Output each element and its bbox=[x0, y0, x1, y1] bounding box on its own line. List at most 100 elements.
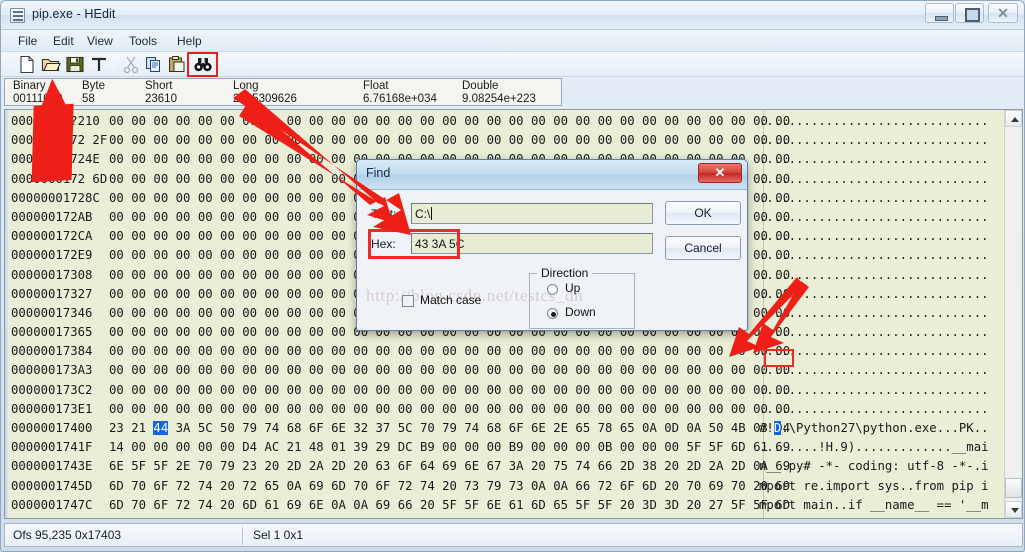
hex-row-offset: 0000001745D bbox=[5, 477, 109, 496]
hex-row-ascii[interactable]: ............................... bbox=[759, 246, 989, 265]
new-file-icon[interactable] bbox=[17, 55, 37, 74]
match-case-checkbox[interactable] bbox=[402, 295, 414, 307]
hex-row-ascii[interactable]: ............................... bbox=[759, 266, 989, 285]
hex-document-icon bbox=[10, 8, 25, 23]
text-mode-icon[interactable] bbox=[89, 55, 109, 74]
text-caret bbox=[431, 207, 432, 220]
cancel-button[interactable]: Cancel bbox=[665, 236, 741, 260]
hedit-main-window: pip.exe - HEdit ✕ File Edit View Tools H… bbox=[0, 0, 1025, 552]
find-dialog-close-icon[interactable]: ✕ bbox=[698, 163, 742, 183]
find-hex-input[interactable]: 43 3A 5C bbox=[411, 233, 653, 254]
hex-row-ascii[interactable]: ............................... bbox=[759, 170, 989, 189]
hex-row[interactable]: 0000001741F14 00 00 00 00 00 D4 AC 21 48… bbox=[5, 438, 1022, 457]
direction-legend: Direction bbox=[537, 266, 592, 280]
hex-row-ascii[interactable]: ............................... bbox=[759, 400, 989, 419]
hex-row-bytes[interactable]: 00 00 00 00 00 00 00 00 00 00 00 00 00 0… bbox=[109, 131, 759, 150]
ascii-post: :\Python27\python.exe...PK.. bbox=[781, 421, 988, 435]
hex-row-bytes[interactable]: 6D 70 6F 72 74 20 72 65 0A 69 6D 70 6F 7… bbox=[109, 477, 759, 496]
menu-item-file[interactable]: File bbox=[12, 33, 43, 49]
hex-row-ascii[interactable]: ............................... bbox=[759, 208, 989, 227]
open-file-icon[interactable] bbox=[41, 55, 61, 74]
direction-up-radio[interactable] bbox=[547, 284, 558, 295]
inspector-float-value: 6.76168e+034 bbox=[363, 93, 437, 106]
hex-row-bytes[interactable]: 6D 70 6F 72 74 20 6D 61 69 6E 0A 0A 69 6… bbox=[109, 496, 759, 515]
hex-row[interactable]: 000000173C200 00 00 00 00 00 00 00 00 00… bbox=[5, 381, 1022, 400]
hex-row[interactable]: 00000001?21000 00 00 00 00 00 00 00 00 0… bbox=[5, 112, 1022, 131]
status-bar: Ofs 95,235 0x17403 Sel 1 0x1 bbox=[4, 523, 1023, 547]
hex-selected-byte[interactable]: 44 bbox=[153, 421, 168, 435]
hex-row-bytes[interactable]: 61 69 6E 5F 5F 27 3A 0A 20 20 20 20 73 7… bbox=[109, 515, 759, 519]
window-title: pip.exe - HEdit bbox=[32, 7, 115, 21]
hex-row-offset: 0000001743E bbox=[5, 457, 109, 476]
hex-row[interactable]: 0000001745D6D 70 6F 72 74 20 72 65 0A 69… bbox=[5, 477, 1022, 496]
hex-row[interactable]: 0000001747C6D 70 6F 72 74 20 6D 61 69 6E… bbox=[5, 496, 1022, 515]
hex-row-bytes[interactable]: 00 00 00 00 00 00 00 00 00 00 00 00 00 0… bbox=[109, 361, 759, 380]
menu-item-edit[interactable]: Edit bbox=[47, 33, 80, 49]
cut-icon[interactable] bbox=[121, 55, 141, 74]
menu-item-tools[interactable]: Tools bbox=[123, 33, 163, 49]
minimize-icon[interactable] bbox=[925, 3, 954, 23]
hex-row-ascii[interactable]: ............................... bbox=[759, 381, 989, 400]
inspector-binary: Binary 00111010 bbox=[13, 80, 62, 106]
hex-row-offset: 00000017384 bbox=[5, 342, 109, 361]
hex-row-ascii[interactable]: ............................... bbox=[759, 323, 989, 342]
hex-row[interactable]: 0000001740023 21 44 3A 5C 50 79 74 68 6F… bbox=[5, 419, 1022, 438]
hex-row-ascii[interactable]: n__.py# -*- coding: utf-8 -*-.i bbox=[759, 457, 989, 476]
hex-row-bytes[interactable]: 00 00 00 00 00 00 00 00 00 00 00 00 00 0… bbox=[109, 112, 759, 131]
save-file-icon[interactable] bbox=[65, 55, 85, 74]
hex-row-ascii[interactable]: ............................... bbox=[759, 150, 989, 169]
close-icon[interactable]: ✕ bbox=[988, 3, 1018, 23]
hex-row-ascii[interactable]: ain__':. sys.argv[0] = re.su bbox=[759, 515, 989, 519]
hex-row-ascii[interactable]: #!D:\Python27\python.exe...PK.. bbox=[759, 419, 989, 438]
inspector-byte-value: 58 bbox=[82, 93, 105, 106]
find-dialog-title: Find bbox=[366, 166, 390, 180]
hex-row-offset: 00000017346 bbox=[5, 304, 109, 323]
hex-row[interactable]: 000000173E100 00 00 00 00 00 00 00 00 00… bbox=[5, 400, 1022, 419]
hex-row-offset: 000000172E9 bbox=[5, 246, 109, 265]
hex-row-ascii[interactable]: ............................... bbox=[759, 227, 989, 246]
find-icon[interactable] bbox=[193, 55, 213, 74]
hex-row-ascii[interactable]: ............................... bbox=[759, 304, 989, 323]
hex-row-ascii[interactable]: ............................... bbox=[759, 342, 989, 361]
hex-row-offset: 000000173E1 bbox=[5, 400, 109, 419]
hex-row-bytes[interactable]: 00 00 00 00 00 00 00 00 00 00 00 00 00 0… bbox=[109, 381, 759, 400]
inspector-binary-label: Binary bbox=[13, 80, 62, 93]
hex-row-bytes[interactable]: 00 00 00 00 00 00 00 00 00 00 00 00 00 0… bbox=[109, 342, 759, 361]
ok-button[interactable]: OK bbox=[665, 201, 741, 225]
match-case-label: Match case bbox=[420, 293, 481, 307]
hex-row[interactable]: 0000000172 2F00 00 00 00 00 00 00 00 00 … bbox=[5, 131, 1022, 150]
hex-row-bytes[interactable]: 6E 5F 5F 2E 70 79 23 20 2D 2A 2D 20 63 6… bbox=[109, 457, 759, 476]
toolbar-separator-1 bbox=[113, 57, 114, 72]
hex-row-bytes[interactable]: 14 00 00 00 00 00 D4 AC 21 48 01 39 29 D… bbox=[109, 438, 759, 457]
inspector-long-value: 2035309626 bbox=[233, 93, 297, 106]
hex-row-bytes[interactable]: 23 21 44 3A 5C 50 79 74 68 6F 6E 32 37 5… bbox=[109, 419, 759, 438]
hex-row-ascii[interactable]: ........!H.9).............__mai bbox=[759, 438, 989, 457]
menu-item-view[interactable]: View bbox=[81, 33, 119, 49]
hex-row-ascii[interactable]: ............................... bbox=[759, 131, 989, 150]
direction-down-radio[interactable] bbox=[547, 308, 558, 319]
menu-item-help[interactable]: Help bbox=[171, 33, 208, 49]
find-text-value: C:\ bbox=[415, 207, 430, 221]
scroll-down-icon[interactable] bbox=[1005, 501, 1022, 518]
hex-row-ascii[interactable]: ............................... bbox=[759, 285, 989, 304]
vertical-scrollbar[interactable] bbox=[1004, 110, 1021, 518]
scroll-up-icon[interactable] bbox=[1005, 110, 1022, 127]
hex-row[interactable]: 0000001738400 00 00 00 00 00 00 00 00 00… bbox=[5, 342, 1022, 361]
copy-icon[interactable] bbox=[144, 55, 164, 74]
hex-row-bytes[interactable]: 00 00 00 00 00 00 00 00 00 00 00 00 00 0… bbox=[109, 400, 759, 419]
paste-icon[interactable] bbox=[167, 55, 187, 74]
hex-row-ascii[interactable]: mport main..if __name__ == '__m bbox=[759, 496, 989, 515]
hex-row-ascii[interactable]: mport re.import sys..from pip i bbox=[759, 477, 989, 496]
hex-row-ascii[interactable]: ............................... bbox=[759, 361, 989, 380]
hex-row[interactable]: 0000001749B61 69 6E 5F 5F 27 3A 0A 20 20… bbox=[5, 515, 1022, 519]
hex-row[interactable]: 000000173A300 00 00 00 00 00 00 00 00 00… bbox=[5, 361, 1022, 380]
hex-row-ascii[interactable]: ............................... bbox=[759, 189, 989, 208]
find-text-input[interactable]: C:\ bbox=[411, 203, 653, 224]
maximize-icon[interactable] bbox=[955, 3, 984, 23]
find-dialog-title-bar: Find ✕ bbox=[357, 160, 747, 190]
hex-bytes-post: 3A 5C 50 79 74 68 6F 6E 32 37 5C 70 79 7… bbox=[168, 421, 790, 435]
hex-row-offset: 00000001728C bbox=[5, 189, 109, 208]
scrollbar-thumb[interactable] bbox=[1005, 478, 1022, 498]
hex-row-ascii[interactable]: ............................... bbox=[759, 112, 989, 131]
hex-row[interactable]: 0000001743E6E 5F 5F 2E 70 79 23 20 2D 2A… bbox=[5, 457, 1022, 476]
